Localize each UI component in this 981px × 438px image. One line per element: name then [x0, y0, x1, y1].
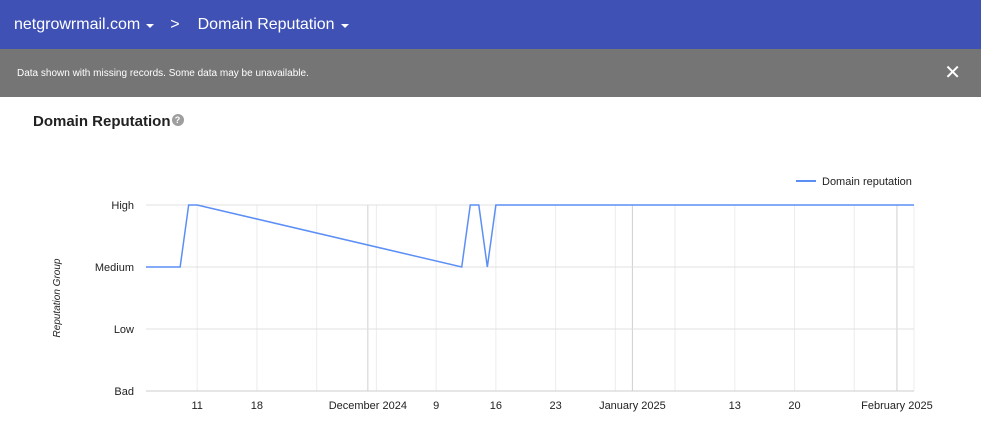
- x-tick-label: 11: [191, 400, 202, 412]
- x-tick-label: January 2025: [599, 400, 666, 412]
- x-tick-label: 13: [729, 400, 741, 412]
- legend-label: Domain reputation: [822, 176, 912, 188]
- y-tick-label: High: [111, 200, 134, 212]
- x-tick-label: 9: [433, 400, 439, 412]
- x-tick-label: 16: [490, 400, 502, 412]
- y-axis-label: Reputation Group: [52, 258, 63, 337]
- y-tick-label: Medium: [95, 262, 134, 274]
- x-tick-label: December 2024: [329, 400, 407, 412]
- series-line: [146, 204, 914, 268]
- y-tick-label: Bad: [114, 386, 134, 398]
- x-tick-label: February 2025: [861, 400, 933, 412]
- x-tick-label: 23: [549, 400, 561, 412]
- x-tick-label: 18: [251, 400, 263, 412]
- x-tick-label: 20: [788, 400, 800, 412]
- reputation-chart: Bad Low Medium High 11 18 December 2024 9 16 23 Ja…: [52, 176, 933, 412]
- y-tick-label: Low: [114, 324, 134, 336]
